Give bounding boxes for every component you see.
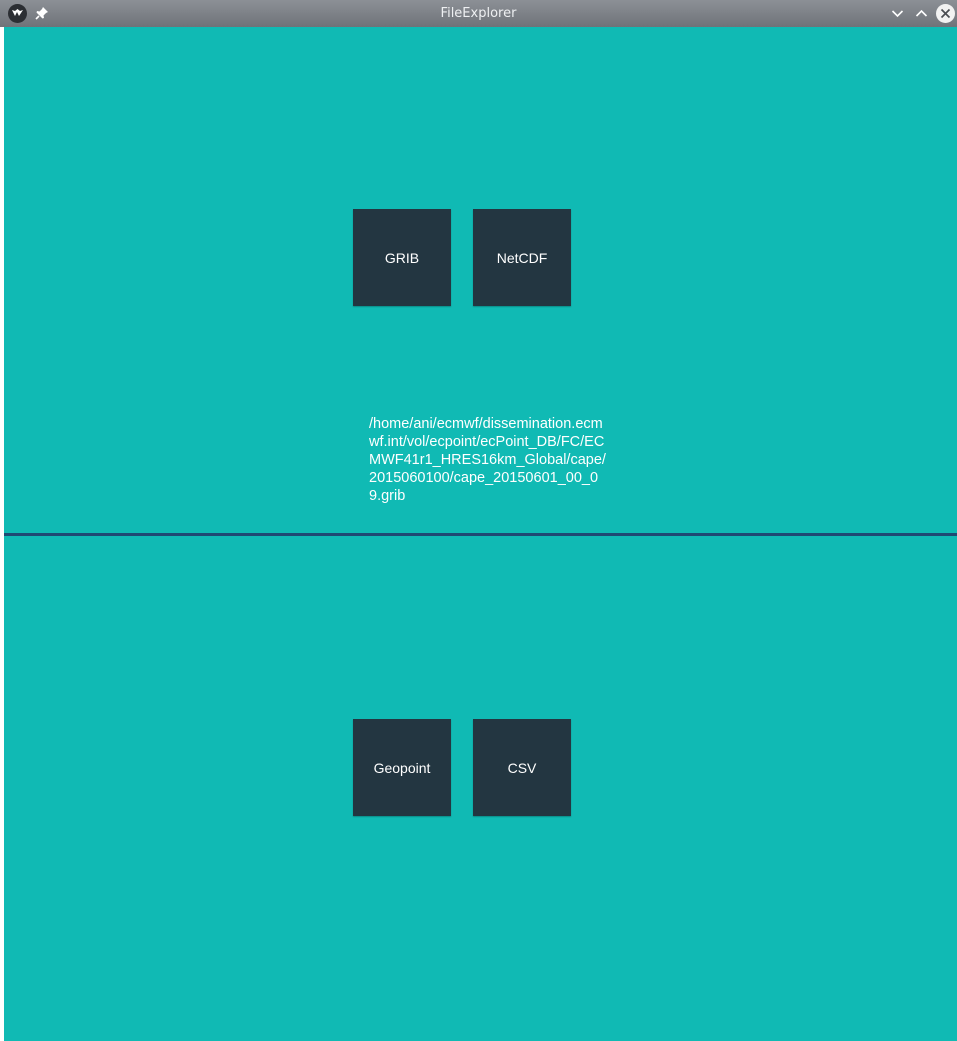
netcdf-button[interactable]: NetCDF: [473, 209, 571, 306]
window-title: FileExplorer: [440, 6, 517, 21]
window-titlebar[interactable]: FileExplorer: [0, 0, 957, 27]
app-content: GRIB NetCDF /home/ani/ecmwf/disseminatio…: [4, 27, 957, 1041]
chevron-down-icon[interactable]: [888, 4, 907, 23]
geopoint-button[interactable]: Geopoint: [353, 719, 451, 816]
close-icon[interactable]: [936, 4, 955, 23]
csv-button[interactable]: CSV: [473, 719, 571, 816]
grib-button[interactable]: GRIB: [353, 209, 451, 306]
top-pane: GRIB NetCDF /home/ani/ecmwf/disseminatio…: [4, 27, 957, 534]
selected-file-path: /home/ani/ecmwf/dissemination.ecmwf.int/…: [369, 416, 606, 504]
chevron-up-icon[interactable]: [912, 4, 931, 23]
bottom-pane: Geopoint CSV: [4, 536, 957, 1041]
